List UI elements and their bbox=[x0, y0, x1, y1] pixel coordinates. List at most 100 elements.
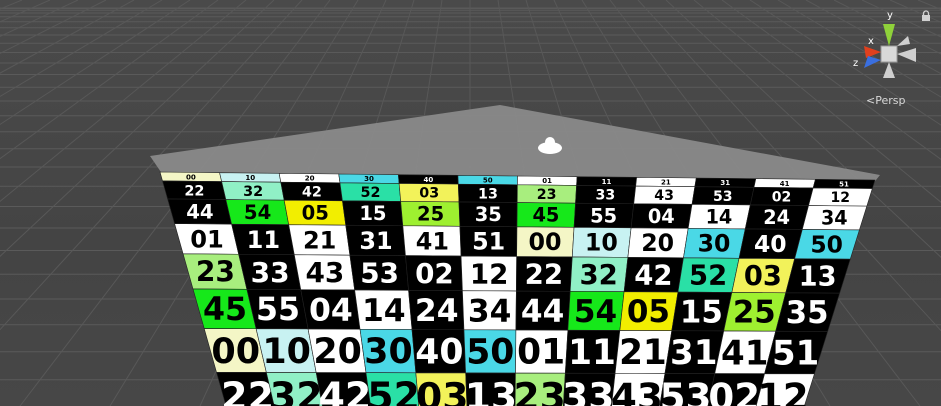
tile-label: 02 bbox=[708, 376, 760, 406]
tile-label: 41 bbox=[721, 333, 768, 373]
tile-label: 30 bbox=[364, 332, 412, 372]
tile-label: 20 bbox=[641, 229, 674, 257]
tile-label: 23 bbox=[513, 375, 565, 406]
tile-label: 54 bbox=[574, 294, 617, 330]
tile-label: 30 bbox=[364, 174, 374, 183]
tile-label: 44 bbox=[186, 200, 213, 223]
tile-label: 30 bbox=[698, 230, 731, 258]
tile-label: 42 bbox=[302, 185, 322, 201]
tile-label: 50 bbox=[483, 176, 493, 185]
scene-viewport[interactable]: 00 10 20 30 40 50 01 11 21 31 41 51 22 32 42 52 03 13 23 33… bbox=[0, 0, 941, 406]
projection-toggle[interactable]: <Persp bbox=[866, 94, 905, 107]
tile-label: 42 bbox=[319, 375, 372, 406]
chevron-left-icon: < bbox=[866, 94, 876, 107]
tile-label: 52 bbox=[361, 185, 381, 201]
tile-label: 14 bbox=[706, 205, 733, 228]
tile-label: 15 bbox=[680, 294, 723, 330]
tile-label: 03 bbox=[416, 375, 469, 406]
tile-label: 15 bbox=[359, 202, 386, 225]
tile-label: 11 bbox=[602, 178, 612, 186]
tile-label: 10 bbox=[585, 229, 618, 257]
tile-label: 04 bbox=[309, 292, 353, 328]
gizmo-neg-x-cone[interactable] bbox=[897, 48, 916, 62]
tile-label: 55 bbox=[590, 204, 617, 227]
tile-label: 45 bbox=[532, 204, 559, 227]
scene-canvas[interactable]: 00 10 20 30 40 50 01 11 21 31 41 5122 32 42 52 03 13 23 33… bbox=[0, 0, 941, 406]
tile-label: 25 bbox=[733, 295, 776, 331]
tile-label: 33 bbox=[562, 375, 614, 406]
gizmo-y-label: y bbox=[887, 10, 893, 21]
tile-label: 13 bbox=[465, 375, 517, 406]
tile-label: 43 bbox=[654, 188, 674, 204]
tile-label: 04 bbox=[648, 205, 675, 228]
tile-label: 52 bbox=[689, 261, 727, 292]
tile-label: 50 bbox=[810, 231, 843, 259]
tile-label: 10 bbox=[245, 173, 255, 182]
lock-icon[interactable] bbox=[920, 10, 932, 22]
tile-label: 52 bbox=[367, 375, 420, 406]
gizmo-neg-y-cone[interactable] bbox=[883, 62, 895, 78]
tile-label: 22 bbox=[184, 183, 204, 199]
tile-label: 51 bbox=[772, 333, 819, 373]
tile-label: 14 bbox=[362, 293, 406, 329]
tile-label: 12 bbox=[757, 376, 809, 406]
tile-label: 21 bbox=[303, 226, 336, 254]
tile-label: 35 bbox=[475, 203, 502, 226]
tile-label: 22 bbox=[221, 375, 274, 406]
tile-label: 54 bbox=[244, 201, 271, 224]
tile-label: 42 bbox=[634, 260, 672, 291]
tile-label: 00 bbox=[211, 331, 260, 372]
tile-label: 40 bbox=[754, 230, 787, 258]
tile-label: 53 bbox=[660, 375, 712, 406]
gizmo-x-label: x bbox=[868, 36, 874, 47]
gizmo-neg-z-cone[interactable] bbox=[897, 36, 910, 46]
tile-label: 05 bbox=[627, 294, 670, 330]
tile-label: 03 bbox=[419, 186, 439, 202]
tile-label: 50 bbox=[466, 333, 514, 373]
gizmo-z-cone[interactable] bbox=[864, 56, 881, 68]
tile-label: 40 bbox=[424, 175, 434, 184]
tile-label: 23 bbox=[196, 255, 235, 288]
tile-label: 24 bbox=[763, 206, 790, 229]
tile-label: 02 bbox=[772, 189, 792, 205]
tile-label: 41 bbox=[780, 180, 790, 188]
tile-label: 43 bbox=[305, 256, 344, 289]
gizmo-y-cone[interactable] bbox=[883, 24, 895, 46]
tile-label: 31 bbox=[720, 179, 730, 187]
tile-label: 32 bbox=[270, 375, 323, 406]
tile-label: 12 bbox=[830, 190, 850, 206]
tile-label: 44 bbox=[521, 294, 564, 330]
tile-label: 33 bbox=[251, 256, 290, 289]
tile-label: 25 bbox=[417, 203, 444, 226]
tile-label: 34 bbox=[468, 293, 512, 329]
tile-label: 00 bbox=[528, 228, 561, 256]
tile-label: 40 bbox=[415, 332, 463, 372]
tile-label: 13 bbox=[799, 261, 837, 292]
tile-label: 32 bbox=[579, 259, 617, 291]
tile-label: 12 bbox=[470, 257, 509, 290]
projection-label: Persp bbox=[875, 94, 906, 107]
tile-label: 35 bbox=[786, 295, 829, 331]
tile-label: 21 bbox=[661, 178, 671, 186]
tile-label: 45 bbox=[203, 292, 247, 328]
checker-plane[interactable]: 00 10 20 30 40 50 01 11 21 31 41 5122 32 42 52 03 13 23 33… bbox=[159, 171, 876, 406]
tile-label: 32 bbox=[243, 184, 263, 200]
tile-label: 11 bbox=[247, 226, 281, 254]
tile-label: 02 bbox=[415, 257, 454, 290]
gizmo-cube[interactable] bbox=[880, 45, 898, 63]
tile-label: 43 bbox=[611, 375, 663, 406]
tile-label: 33 bbox=[596, 188, 616, 204]
tile-label: 34 bbox=[821, 206, 848, 229]
tile-label: 22 bbox=[525, 258, 563, 291]
tile-label: 01 bbox=[190, 225, 224, 253]
tile-label: 23 bbox=[537, 187, 557, 203]
gizmo-x-cone[interactable] bbox=[864, 46, 881, 58]
tile-label: 10 bbox=[262, 332, 311, 372]
tile-label: 20 bbox=[313, 332, 361, 372]
tile-label: 21 bbox=[619, 333, 667, 373]
tile-label: 05 bbox=[302, 202, 329, 225]
tile-label: 41 bbox=[416, 227, 449, 255]
tile-label: 53 bbox=[360, 257, 399, 290]
tile-label: 01 bbox=[542, 177, 552, 185]
tile-label: 24 bbox=[415, 293, 459, 329]
